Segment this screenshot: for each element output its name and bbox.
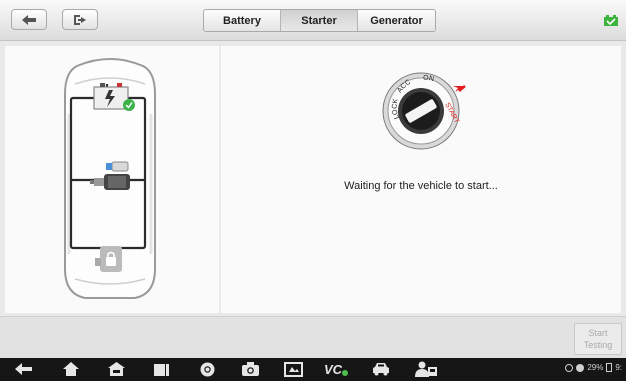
tab-battery[interactable]: Battery: [204, 10, 281, 31]
camera-icon[interactable]: [239, 360, 261, 378]
status-message: Waiting for the vehicle to start...: [344, 180, 498, 192]
tab-starter[interactable]: Starter: [281, 10, 358, 31]
vehicle-diagram-panel: [5, 46, 219, 313]
ignition-switch-icon: LOCK ACC ON START: [382, 72, 466, 150]
back-button[interactable]: [11, 9, 47, 30]
battery-level-icon: [606, 363, 613, 372]
wifi-icon: [576, 363, 585, 372]
vci-label: VC: [323, 361, 343, 377]
battery-icon: [93, 83, 135, 111]
vehicle-icon[interactable]: [370, 360, 392, 378]
start-testing-button[interactable]: Start Testing: [574, 323, 622, 355]
back-arrow-icon: [22, 14, 36, 25]
car-home-icon[interactable]: [105, 360, 127, 378]
battery-percent: 29%: [587, 363, 604, 372]
test-tabs: Battery Starter Generator: [203, 9, 436, 32]
battery-connected-icon: [604, 15, 618, 26]
tab-generator[interactable]: Generator: [358, 10, 435, 31]
vci-icon[interactable]: VC: [320, 360, 352, 378]
back-icon[interactable]: [13, 360, 35, 378]
status-indicators: 29% 9:: [565, 363, 622, 372]
exit-button[interactable]: [62, 9, 98, 30]
user-icon[interactable]: [413, 360, 439, 378]
action-bar: Start Testing: [0, 316, 626, 358]
system-navigation-bar: VC 29% 9:: [0, 358, 626, 381]
exit-icon: [74, 14, 86, 25]
ignition-lock-icon: [95, 246, 122, 272]
chrome-icon[interactable]: [196, 360, 218, 378]
recent-apps-icon[interactable]: [151, 360, 173, 378]
top-toolbar: Battery Starter Generator: [0, 0, 626, 41]
location-icon: [565, 363, 574, 372]
starter-motor-icon: [90, 161, 130, 190]
test-status-panel: LOCK ACC ON START Waiting for the vehicl…: [221, 46, 621, 313]
home-icon[interactable]: [60, 360, 82, 378]
screenshot-icon[interactable]: [282, 360, 304, 378]
clock: 9:: [615, 363, 622, 372]
